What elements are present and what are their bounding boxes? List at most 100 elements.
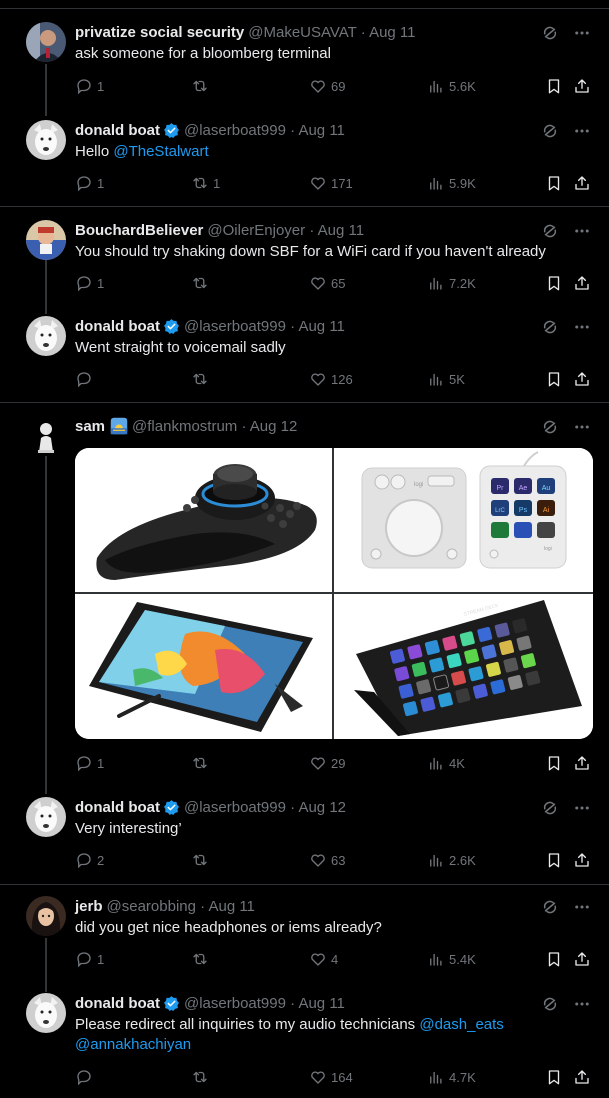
handle-and-date[interactable]: @laserboat999 · Aug 11 [184,995,345,1012]
views-button[interactable]: 7.2K [427,274,476,292]
mention-link[interactable]: @dash_eats [419,1016,503,1033]
media-image-stream-deck[interactable]: STREAM DECK [334,594,593,739]
views-button[interactable]: 4.7K [427,1068,476,1086]
display-name[interactable]: sam [75,418,105,435]
handle-and-date[interactable]: @laserboat999 · Aug 11 [184,318,345,335]
handle-and-date[interactable]: @MakeUSAVAT · Aug 11 [248,24,415,41]
share-button[interactable] [573,174,591,192]
like-button[interactable]: 65 [309,274,345,292]
handle-and-date[interactable]: @searobbing · Aug 11 [107,898,255,915]
retweet-button[interactable] [191,851,213,869]
share-button[interactable] [573,1068,591,1086]
retweet-button[interactable] [191,754,213,772]
retweet-button[interactable] [191,274,213,292]
avatar[interactable] [26,22,66,62]
more-icon[interactable] [573,995,591,1013]
key-au: Au [542,485,551,492]
handle-and-date[interactable]: @laserboat999 · Aug 12 [184,799,346,816]
handle-and-date[interactable]: @flankmostrum · Aug 12 [132,418,297,435]
reply-button[interactable]: 1 [75,754,104,772]
avatar[interactable] [26,416,66,456]
mention-link[interactable]: @annakhachiyan [75,1036,191,1053]
retweet-button[interactable] [191,950,213,968]
reply-count: 1 [97,78,105,94]
bookmark-button[interactable] [545,950,563,968]
bookmark-button[interactable] [545,370,563,388]
reply-icon [77,1070,91,1086]
more-icon[interactable] [573,122,591,140]
retweet-icon [193,373,207,385]
grok-icon[interactable] [541,318,559,336]
retweet-button[interactable] [191,1068,213,1086]
share-icon [575,276,589,290]
retweet-button[interactable]: 1 [191,174,220,192]
like-button[interactable]: 63 [309,851,345,869]
display-name[interactable]: donald boat [75,799,160,816]
like-button[interactable]: 69 [309,77,345,95]
mention-link[interactable]: @TheStalwart [113,143,208,160]
like-button[interactable]: 171 [309,174,353,192]
bookmark-button[interactable] [545,174,563,192]
display-name[interactable]: jerb [75,898,103,915]
retweet-button[interactable] [191,77,213,95]
bookmark-button[interactable] [545,274,563,292]
more-icon[interactable] [573,318,591,336]
grok-icon[interactable] [541,122,559,140]
handle-and-date[interactable]: @OilerEnjoyer · Aug 11 [207,222,364,239]
views-button[interactable]: 2.6K [427,851,476,869]
more-icon[interactable] [573,418,591,436]
share-button[interactable] [573,370,591,388]
media-image-logi-console[interactable]: logi Pr Ae Au LrC Ps Ai logi [334,448,593,592]
reply-button[interactable]: 1 [75,950,104,968]
reply-button[interactable]: 1 [75,174,104,192]
share-button[interactable] [573,77,591,95]
avatar[interactable] [26,220,66,260]
more-icon[interactable] [573,898,591,916]
bookmark-button[interactable] [545,851,563,869]
reply-button[interactable] [75,370,97,388]
views-button[interactable]: 4K [427,754,465,772]
more-icon[interactable] [573,799,591,817]
grok-icon[interactable] [541,995,559,1013]
reply-button[interactable] [75,1068,97,1086]
retweet-button[interactable] [191,370,213,388]
avatar[interactable] [26,797,66,837]
views-button[interactable]: 5.6K [427,77,476,95]
avatar[interactable] [26,316,66,356]
avatar[interactable] [26,896,66,936]
avatar[interactable] [26,993,66,1033]
media-image-drawing-tablet[interactable] [75,594,332,739]
grok-icon[interactable] [541,24,559,42]
display-name[interactable]: donald boat [75,318,160,335]
reply-button[interactable]: 2 [75,851,104,869]
share-button[interactable] [573,851,591,869]
grok-icon[interactable] [541,898,559,916]
display-name[interactable]: privatize social security [75,24,244,41]
grok-icon[interactable] [541,222,559,240]
display-name[interactable]: donald boat [75,995,160,1012]
views-button[interactable]: 5.9K [427,174,476,192]
avatar[interactable] [26,120,66,160]
more-icon[interactable] [573,222,591,240]
display-name[interactable]: donald boat [75,122,160,139]
display-name[interactable]: BouchardBeliever [75,222,203,239]
like-button[interactable]: 164 [309,1068,353,1086]
reply-button[interactable]: 1 [75,274,104,292]
share-button[interactable] [573,754,591,772]
like-button[interactable]: 29 [309,754,345,772]
media-image-3d-mouse[interactable] [75,448,332,592]
grok-icon[interactable] [541,418,559,436]
share-button[interactable] [573,950,591,968]
share-button[interactable] [573,274,591,292]
grok-icon[interactable] [541,799,559,817]
more-icon[interactable] [573,24,591,42]
views-button[interactable]: 5.4K [427,950,476,968]
bookmark-button[interactable] [545,77,563,95]
bookmark-button[interactable] [545,1068,563,1086]
like-button[interactable]: 126 [309,370,353,388]
views-button[interactable]: 5K [427,370,465,388]
like-button[interactable]: 4 [309,950,338,968]
bookmark-button[interactable] [545,754,563,772]
reply-button[interactable]: 1 [75,77,104,95]
handle-and-date[interactable]: @laserboat999 · Aug 11 [184,122,345,139]
